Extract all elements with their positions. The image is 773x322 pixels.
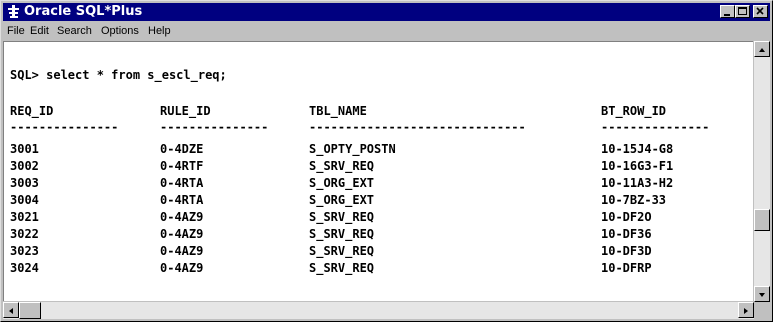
cell-bt-row-id: 10-16G3-F1 xyxy=(601,159,674,173)
cell-bt-row-id: 10-DF3D xyxy=(601,244,652,258)
cell-tbl-name: S_SRV_REQ xyxy=(309,210,375,224)
cell-bt-row-id: 10-7BZ-33 xyxy=(601,193,667,207)
cell-req-id: 3003 xyxy=(10,176,39,190)
horizontal-scroll-thumb[interactable] xyxy=(19,302,41,319)
title-bar[interactable]: Oracle SQL*Plus xyxy=(3,3,770,21)
arrow-down-icon xyxy=(759,293,765,297)
column-separator: --------------- xyxy=(10,120,119,134)
cell-req-id: 3001 xyxy=(10,142,39,156)
resize-grip[interactable] xyxy=(754,302,770,319)
scroll-right-button[interactable] xyxy=(738,302,754,318)
column-separator: --------------- xyxy=(601,120,710,134)
column-header-req-id: REQ_ID xyxy=(10,104,54,118)
minimize-icon xyxy=(724,14,730,16)
console-output[interactable]: SQL> select * from s_escl_req; REQ_ID RU… xyxy=(3,41,753,301)
cell-tbl-name: S_ORG_EXT xyxy=(309,193,375,207)
column-separator: --------------- xyxy=(160,120,269,134)
cell-req-id: 3024 xyxy=(10,261,39,275)
cell-req-id: 3022 xyxy=(10,227,39,241)
cell-tbl-name: S_SRV_REQ xyxy=(309,261,375,275)
arrow-right-icon xyxy=(744,308,748,314)
sql-command-line: SQL> select * from s_escl_req; xyxy=(10,68,227,82)
column-header-bt-row-id: BT_ROW_ID xyxy=(601,104,667,118)
menu-edit[interactable]: Edit xyxy=(28,22,51,40)
cell-req-id: 3002 xyxy=(10,159,39,173)
maximize-icon xyxy=(738,7,747,15)
menu-search[interactable]: Search xyxy=(55,22,94,40)
cell-req-id: 3004 xyxy=(10,193,39,207)
cell-bt-row-id: 10-DFRP xyxy=(601,261,652,275)
cell-bt-row-id: 10-11A3-H2 xyxy=(601,176,674,190)
scroll-left-button[interactable] xyxy=(3,302,19,318)
cell-tbl-name: S_SRV_REQ xyxy=(309,159,375,173)
cell-tbl-name: S_ORG_EXT xyxy=(309,176,375,190)
cell-rule-id: 0-4AZ9 xyxy=(160,244,204,258)
close-button[interactable] xyxy=(753,5,768,18)
scroll-up-button[interactable] xyxy=(754,41,770,57)
vertical-scrollbar[interactable] xyxy=(754,41,770,302)
arrow-up-icon xyxy=(759,48,765,52)
cell-tbl-name: S_SRV_REQ xyxy=(309,244,375,258)
minimize-button[interactable] xyxy=(720,5,735,18)
menu-bar: File Edit Search Options Help xyxy=(3,22,770,40)
vertical-scroll-thumb[interactable] xyxy=(754,209,770,231)
maximize-button[interactable] xyxy=(735,5,750,18)
cell-req-id: 3021 xyxy=(10,210,39,224)
cell-rule-id: 0-4RTF xyxy=(160,159,204,173)
column-separator: ------------------------------ xyxy=(309,120,526,134)
cell-tbl-name: S_SRV_REQ xyxy=(309,227,375,241)
menu-options[interactable]: Options xyxy=(99,22,141,40)
cell-rule-id: 0-4AZ9 xyxy=(160,210,204,224)
window-title: Oracle SQL*Plus xyxy=(24,4,143,19)
cell-rule-id: 0-4RTA xyxy=(160,176,204,190)
cell-rule-id: 0-4RTA xyxy=(160,193,204,207)
cell-rule-id: 0-4AZ9 xyxy=(160,227,204,241)
close-icon xyxy=(756,7,764,15)
cell-req-id: 3023 xyxy=(10,244,39,258)
cell-rule-id: 0-4AZ9 xyxy=(160,261,204,275)
cell-bt-row-id: 10-DF36 xyxy=(601,227,652,241)
arrow-left-icon xyxy=(9,308,13,314)
column-header-rule-id: RULE_ID xyxy=(160,104,211,118)
horizontal-scrollbar[interactable] xyxy=(3,302,754,319)
column-header-tbl-name: TBL_NAME xyxy=(309,104,367,118)
scroll-down-button[interactable] xyxy=(754,286,770,302)
cell-tbl-name: S_OPTY_POSTN xyxy=(309,142,396,156)
sqlplus-window: Oracle SQL*Plus File Edit Search Options… xyxy=(0,0,773,322)
cell-rule-id: 0-4DZE xyxy=(160,142,204,156)
menu-file[interactable]: File xyxy=(5,22,27,40)
menu-help[interactable]: Help xyxy=(146,22,173,40)
cell-bt-row-id: 10-DF2O xyxy=(601,210,652,224)
oracle-sqlplus-icon[interactable] xyxy=(6,4,22,20)
cell-bt-row-id: 10-15J4-G8 xyxy=(601,142,674,156)
